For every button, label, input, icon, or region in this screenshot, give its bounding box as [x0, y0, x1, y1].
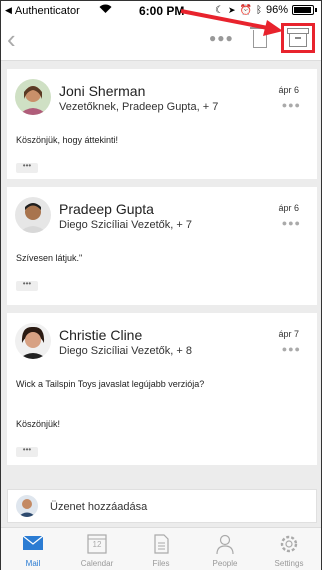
message-card[interactable]: Joni Sherman Vezetőknek, Pradeep Gupta, … [7, 69, 317, 179]
tab-label: Mail [25, 559, 41, 568]
tab-mail[interactable]: Mail [1, 528, 65, 570]
avatar [15, 79, 51, 115]
recipients: Diego Szicíliai Vezetők, + 8 [59, 345, 192, 357]
tab-files[interactable]: Files [129, 528, 193, 570]
show-quoted-button[interactable]: ••• [16, 446, 38, 457]
show-quoted-button[interactable]: ••• [16, 280, 38, 291]
moon-icon: ☾ [215, 4, 224, 16]
sender-name: Pradeep Gupta [59, 201, 154, 217]
message-more-icon[interactable]: ●●● [282, 100, 301, 110]
avatar [15, 323, 51, 359]
message-body-line: Wick a Tailspin Toys javaslat legújabb v… [16, 379, 205, 389]
tab-settings[interactable]: Settings [257, 528, 321, 570]
reply-bar[interactable]: Üzenet hozzáadása [7, 489, 317, 523]
carrier-label: Authenticator [14, 4, 80, 17]
mail-icon [22, 533, 44, 553]
tab-people[interactable]: People [193, 528, 257, 570]
location-icon: ➤ [227, 4, 236, 15]
message-body-line: Köszönjük, hogy áttekinti! [16, 135, 119, 145]
nav-bar: ‹ ●●● [1, 21, 321, 61]
wifi-icon [99, 4, 112, 17]
status-time: 6:00 PM [139, 4, 185, 18]
message-date: ápr 6 [278, 85, 299, 95]
calendar-day-badge: 12 [92, 540, 102, 549]
annotation-highlight-box [281, 23, 315, 53]
status-bar: ◀ Authenticator 6:00 PM ☾ ➤ ⏰ ᛒ 96% [1, 1, 321, 21]
settings-icon [278, 533, 300, 553]
battery-icon [292, 5, 314, 15]
message-date: ápr 7 [278, 329, 299, 339]
message-more-icon[interactable]: ●●● [282, 344, 301, 354]
people-icon [214, 533, 236, 555]
recipients: Diego Szicíliai Vezetők, + 7 [59, 219, 192, 231]
sender-name: Joni Sherman [59, 83, 146, 99]
tab-label: People [212, 559, 238, 568]
message-date: ápr 6 [278, 203, 299, 213]
bluetooth-icon: ᛒ [255, 4, 262, 16]
tab-label: Calendar [80, 559, 114, 568]
battery-cap [315, 8, 317, 12]
sender-name: Christie Cline [59, 327, 143, 343]
avatar [16, 495, 38, 517]
message-card[interactable]: Christie Cline Diego Szicíliai Vezetők, … [7, 313, 317, 465]
reply-input[interactable]: Üzenet hozzáadása [50, 501, 147, 513]
tab-label: Files [152, 559, 170, 568]
recipients: Vezetőknek, Pradeep Gupta, + 7 [59, 101, 219, 113]
message-card[interactable]: Pradeep Gupta Diego Szicíliai Vezetők, +… [7, 187, 317, 305]
trash-icon[interactable] [250, 27, 270, 48]
back-chevron-icon[interactable]: ‹ [7, 25, 16, 53]
files-icon [150, 533, 172, 554]
message-body-line: Szívesen látjuk." [16, 253, 83, 263]
avatar [15, 197, 51, 233]
battery-percent: 96% [265, 4, 288, 16]
tab-label: Settings [274, 559, 304, 568]
message-thread: Joni Sherman Vezetőknek, Pradeep Gupta, … [7, 69, 317, 473]
tab-calendar[interactable]: 12 Calendar [65, 528, 129, 570]
tab-bar: Mail 12 Calendar Files People Settings [1, 527, 321, 570]
more-options-icon[interactable]: ●●● [209, 31, 234, 45]
message-more-icon[interactable]: ●●● [282, 218, 301, 228]
alarm-icon: ⏰ [239, 4, 252, 16]
back-to-app-icon[interactable]: ◀ [5, 5, 12, 16]
message-body-line: Köszönjük! [16, 419, 61, 429]
show-quoted-button[interactable]: ••• [16, 162, 38, 173]
